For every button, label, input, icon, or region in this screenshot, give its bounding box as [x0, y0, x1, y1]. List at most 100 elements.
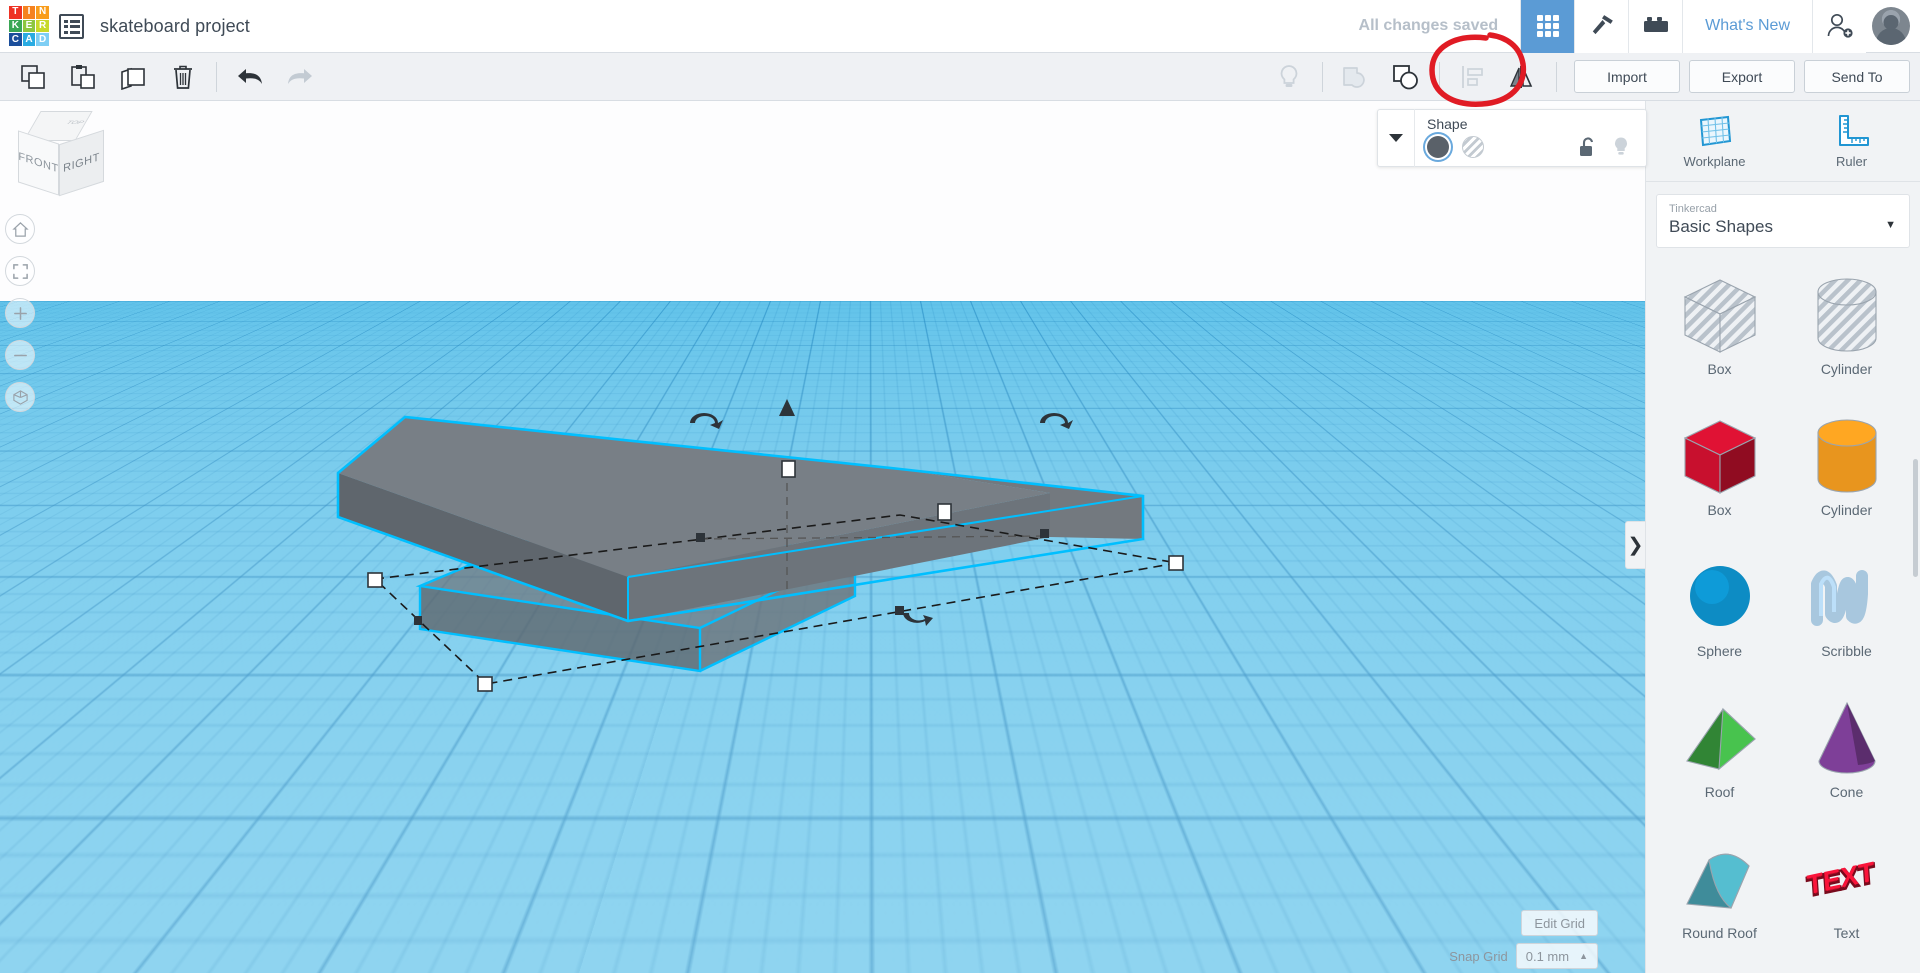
- text-icon: TEXT TEXT: [1802, 831, 1892, 929]
- redo-arrow-icon: [288, 68, 312, 84]
- toolbar-divider-4: [1556, 61, 1557, 92]
- panel-collapse-handle[interactable]: ❯: [1625, 521, 1645, 569]
- grid-icon: [1536, 15, 1559, 37]
- undo-button[interactable]: [225, 53, 275, 100]
- group-button[interactable]: [1381, 53, 1431, 100]
- sphere-icon: [1675, 549, 1765, 647]
- shape-item-label: Cylinder: [1820, 502, 1873, 518]
- shape-library-dropdown[interactable]: Tinkercad Basic Shapes ▼: [1656, 194, 1910, 248]
- learn-button[interactable]: [1574, 0, 1629, 53]
- shape-item-cone[interactable]: Cone: [1783, 682, 1910, 823]
- align-button[interactable]: [1448, 53, 1498, 100]
- toolbar-divider-2: [1322, 61, 1323, 92]
- header-right-group: All changes saved What's New: [1359, 0, 1920, 53]
- shape-panel-collapse[interactable]: [1378, 133, 1414, 143]
- box-icon: [1675, 267, 1765, 365]
- duplicate-button[interactable]: [108, 53, 158, 100]
- box-icon: [1675, 408, 1765, 506]
- whats-new-link[interactable]: What's New: [1682, 0, 1812, 53]
- sidebar-tool-ruler[interactable]: Ruler: [1783, 101, 1920, 181]
- add-person-icon: [1827, 13, 1853, 38]
- mirror-button[interactable]: [1498, 53, 1548, 100]
- logo-tile: N: [36, 6, 49, 19]
- project-menu-icon[interactable]: [59, 13, 84, 39]
- shape-item-scribble[interactable]: Scribble: [1783, 541, 1910, 682]
- chevron-up-icon: ▲: [1579, 951, 1588, 961]
- invite-button[interactable]: [1812, 0, 1866, 53]
- toolbar-divider: [216, 61, 217, 92]
- light-button[interactable]: [1264, 53, 1314, 100]
- shape-item-box[interactable]: Box: [1656, 259, 1783, 400]
- trash-icon: [174, 65, 192, 89]
- snap-grid-value: 0.1 mm: [1525, 948, 1570, 964]
- blocks-button[interactable]: [1628, 0, 1683, 53]
- avatar[interactable]: [1872, 7, 1910, 45]
- ortho-perspective-toggle[interactable]: [5, 382, 35, 412]
- logo-tile: E: [22, 19, 36, 33]
- shape-panel-body: Shape: [1415, 116, 1646, 158]
- cube-icon: [12, 389, 28, 405]
- sidebar-tool-label: Ruler: [1835, 153, 1868, 169]
- shape-item-box[interactable]: Box: [1656, 400, 1783, 541]
- shapes-list[interactable]: Box Cylinder Box Cylinder Sphere Scribble Roof…: [1646, 259, 1920, 973]
- designs-grid-button[interactable]: [1520, 0, 1575, 53]
- shape-properties-panel: Shape: [1377, 109, 1647, 167]
- toolbar-divider-3: [1439, 61, 1440, 92]
- library-owner: Tinkercad: [1669, 203, 1717, 215]
- home-view-button[interactable]: [5, 214, 35, 244]
- canvas-3d-viewport[interactable]: TOP FRONT RIGHT Edit Grid Snap Grid 0.1 …: [0, 101, 1645, 973]
- shape-item-sphere[interactable]: Sphere: [1656, 541, 1783, 682]
- sidebar-tool-workplane[interactable]: Workplane: [1646, 101, 1783, 181]
- snap-grid-label: Snap Grid: [1449, 948, 1508, 964]
- shape-item-cylinder[interactable]: Cylinder: [1783, 259, 1910, 400]
- zoom-in-button[interactable]: [5, 298, 35, 328]
- sidebar-scrollbar[interactable]: [1913, 459, 1918, 577]
- logo-tile: C: [9, 33, 22, 46]
- copy-icon: [21, 64, 45, 89]
- solid-swatch[interactable]: [1427, 136, 1449, 158]
- logo-tile: I: [22, 6, 36, 19]
- delete-button[interactable]: [158, 53, 208, 100]
- redo-button[interactable]: [275, 53, 325, 100]
- sidebar-tools: Workplane Ruler: [1646, 101, 1920, 182]
- shape-panel-title: Shape: [1427, 116, 1468, 132]
- fit-to-view-button[interactable]: [5, 256, 35, 286]
- shape-item-roof[interactable]: Roof: [1656, 682, 1783, 823]
- shape-item-label: Cylinder: [1820, 361, 1873, 377]
- home-icon: [11, 221, 29, 237]
- copy-button[interactable]: [8, 53, 58, 100]
- logo-tile: D: [36, 33, 49, 46]
- hole-swatch[interactable]: [1462, 136, 1484, 158]
- shape-item-cylinder[interactable]: Cylinder: [1783, 400, 1910, 541]
- save-status: All changes saved: [1358, 17, 1499, 34]
- view-cube[interactable]: TOP FRONT RIGHT: [18, 111, 104, 197]
- plus-icon: [13, 306, 27, 320]
- lightbulb-icon: [1280, 64, 1298, 87]
- shape-item-label: Round Roof: [1682, 925, 1757, 941]
- ungroup-button[interactable]: [1331, 53, 1381, 100]
- snap-grid-select[interactable]: 0.1 mm ▲: [1515, 943, 1598, 969]
- import-button[interactable]: Import: [1574, 60, 1680, 93]
- edit-grid-button[interactable]: Edit Grid: [1521, 910, 1598, 936]
- shapes-grid: Box Cylinder Box Cylinder Sphere Scribble Roof…: [1656, 259, 1910, 964]
- paste-icon: [71, 64, 95, 89]
- chevron-down-icon: [1389, 134, 1403, 142]
- shape-item-round-roof[interactable]: Round Roof: [1656, 823, 1783, 964]
- chevron-down-icon: ▼: [1885, 219, 1896, 231]
- lightbulb-icon[interactable]: [1612, 136, 1630, 158]
- zoom-out-button[interactable]: [5, 340, 35, 370]
- snap-grid-group: Snap Grid 0.1 mm ▲: [1449, 943, 1598, 969]
- shape-item-text[interactable]: TEXT TEXT Text: [1783, 823, 1910, 964]
- export-button[interactable]: Export: [1689, 60, 1795, 93]
- shape-item-label: Scribble: [1821, 643, 1872, 659]
- send-to-button[interactable]: Send To: [1804, 60, 1910, 93]
- logo-tile: A: [22, 33, 36, 46]
- hammer-icon: [1592, 15, 1613, 35]
- unlock-icon[interactable]: [1578, 137, 1596, 157]
- tinkercad-logo[interactable]: TIN KER CAD: [9, 6, 49, 46]
- toolbar-right-group: Import Export Send To: [1264, 53, 1920, 100]
- logo-tile: T: [9, 6, 22, 19]
- paste-button[interactable]: [58, 53, 108, 100]
- app-header: TIN KER CAD skateboard project All changes…: [0, 0, 1920, 53]
- ruler-icon: [1838, 114, 1869, 146]
